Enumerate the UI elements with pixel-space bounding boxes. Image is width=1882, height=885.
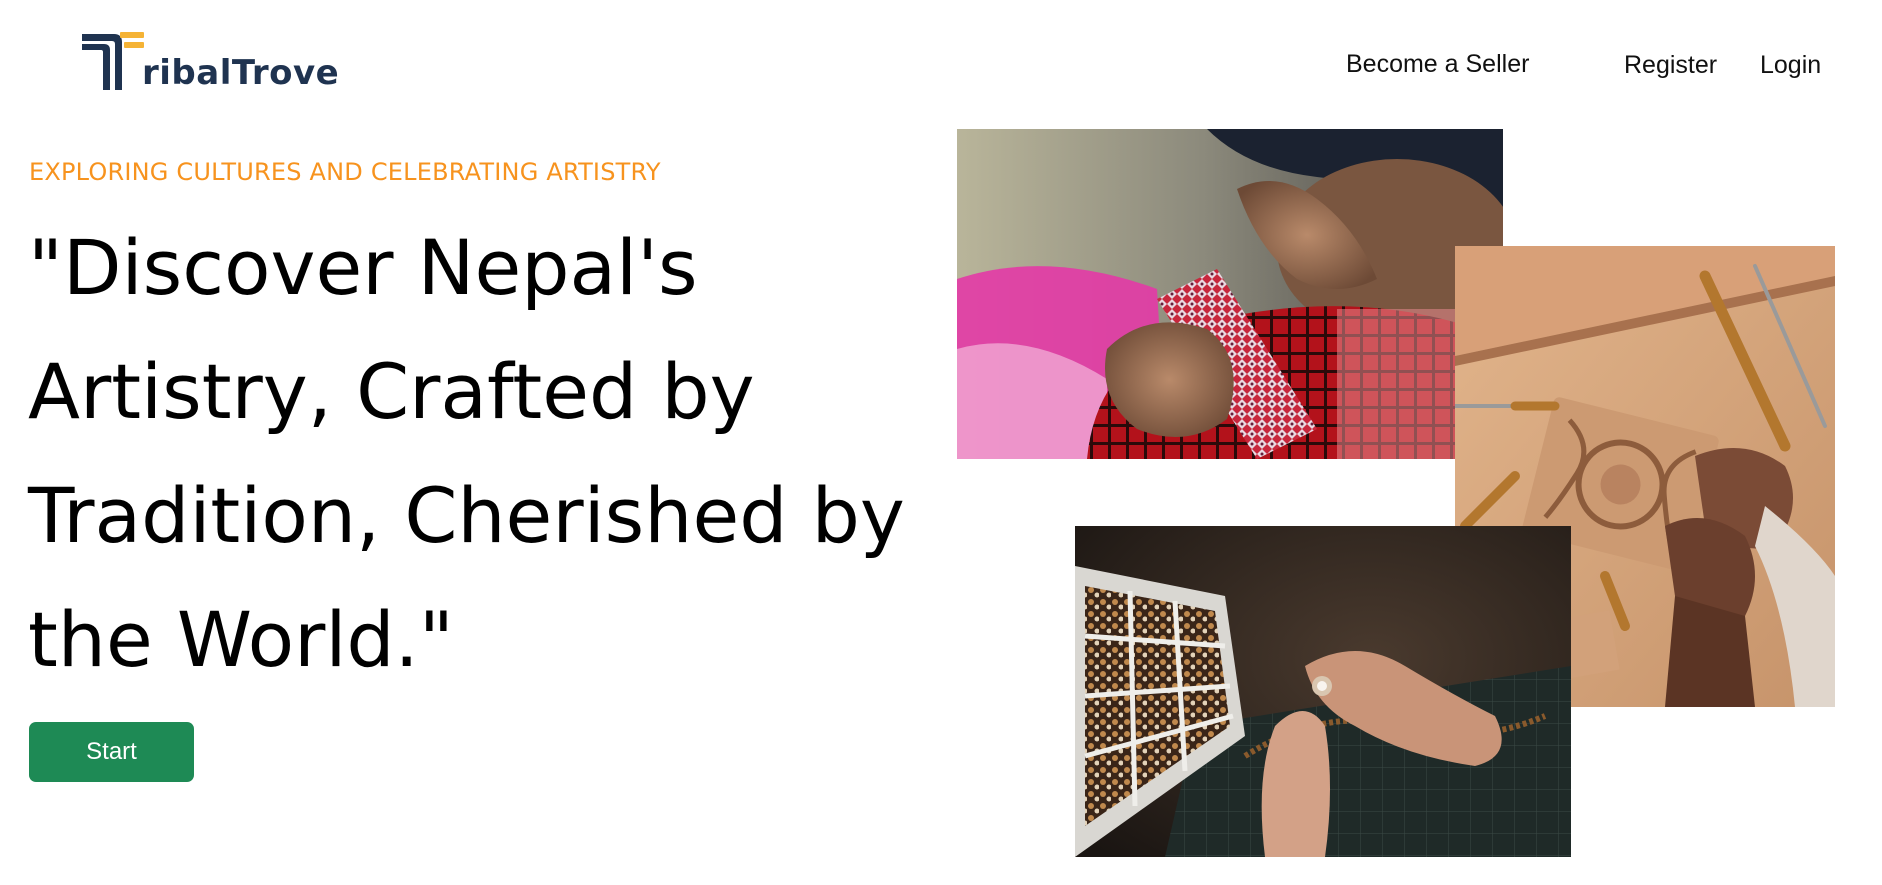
- logo-mark-icon: [82, 32, 144, 90]
- become-seller-link[interactable]: Become a Seller: [1346, 50, 1529, 79]
- brand-logo[interactable]: ribalTrove: [80, 28, 339, 92]
- beadwork-photo: [1075, 526, 1571, 857]
- register-link[interactable]: Register: [1624, 51, 1717, 80]
- start-button[interactable]: Start: [29, 722, 194, 782]
- hero-tagline: EXPLORING CULTURES AND CELEBRATING ARTIS…: [29, 158, 661, 186]
- hero-headline: "Discover Nepal's Artistry, Crafted by T…: [28, 223, 905, 684]
- login-link[interactable]: Login: [1760, 51, 1821, 80]
- landing-page: ribalTrove Become a Seller Register Logi…: [0, 0, 1882, 885]
- logo-text: ribalTrove: [142, 53, 340, 93]
- weaving-photo: [957, 129, 1503, 459]
